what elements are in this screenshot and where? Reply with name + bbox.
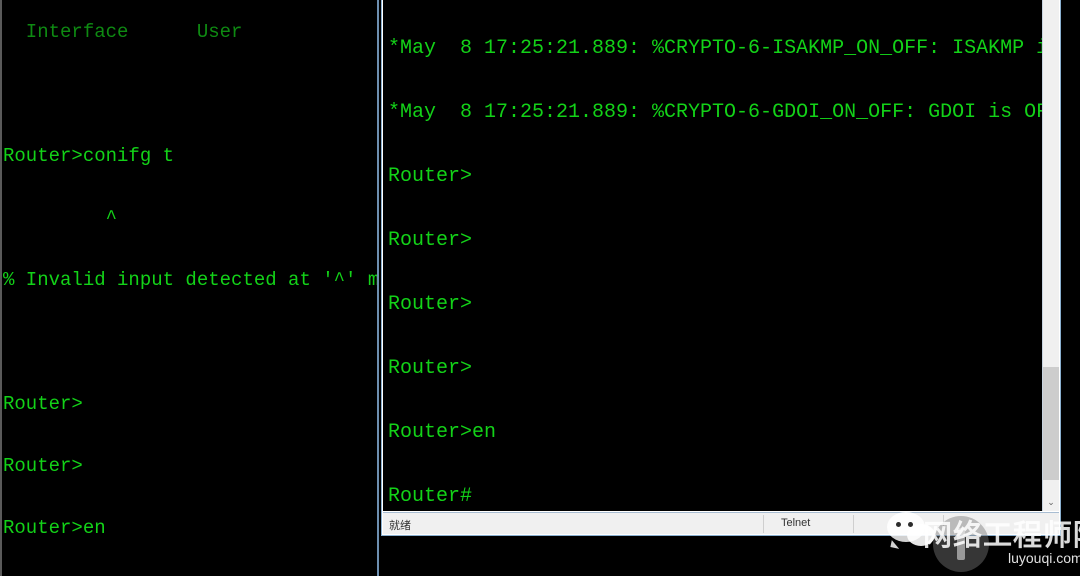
terminal-line: Router> (3, 455, 83, 477)
terminal-line: Interface User Mod (25, 21, 243, 43)
terminal-line: *May 8 17:25:21.889: %CRYPTO-6-GDOI_ON_O… (388, 101, 1044, 124)
status-separator (943, 515, 944, 533)
watermark-url: luyouqi.com (1008, 550, 1080, 566)
terminal-line: Router> (388, 165, 473, 188)
terminal-line: Router> (3, 393, 83, 415)
status-separator (853, 515, 854, 533)
terminal-line: Router>conifg t (3, 145, 175, 167)
terminal-line: % Invalid input detected at '^' marke (3, 269, 377, 291)
terminal-line: Router>en (388, 421, 497, 444)
left-window-left-border (0, 0, 2, 576)
terminal-line: Router> (388, 229, 473, 252)
status-ready-label: 就绪 (389, 520, 411, 532)
right-terminal-client-area[interactable]: *May 8 17:25:21.889: %CRYPTO-6-ISAKMP_ON… (383, 0, 1059, 511)
terminal-line: Router# (388, 485, 473, 508)
status-bar: 就绪 Telnet (383, 512, 1059, 534)
left-terminal-screen[interactable]: Interface User Mod Router>conifg t ^ % I… (3, 0, 377, 576)
scrollbar-thumb[interactable] (1043, 367, 1059, 481)
status-separator (763, 515, 764, 533)
terminal-line: ^ (3, 207, 118, 229)
vertical-scrollbar[interactable]: ⌄ (1042, 0, 1059, 511)
terminal-line: *May 8 17:25:21.889: %CRYPTO-6-ISAKMP_ON… (388, 37, 1044, 60)
terminal-line: Router> (388, 357, 473, 380)
right-terminal-window[interactable]: *May 8 17:25:21.889: %CRYPTO-6-ISAKMP_ON… (381, 0, 1061, 536)
terminal-line: Router> (388, 293, 473, 316)
scroll-down-arrow-icon[interactable]: ⌄ (1043, 496, 1059, 511)
right-terminal-screen[interactable]: *May 8 17:25:21.889: %CRYPTO-6-ISAKMP_ON… (388, 0, 1044, 511)
terminal-line: Router>en (3, 517, 106, 539)
left-terminal-window[interactable]: Interface User Mod Router>conifg t ^ % I… (0, 0, 381, 576)
status-connection-label: Telnet (781, 517, 811, 529)
left-window-right-border (377, 0, 379, 576)
